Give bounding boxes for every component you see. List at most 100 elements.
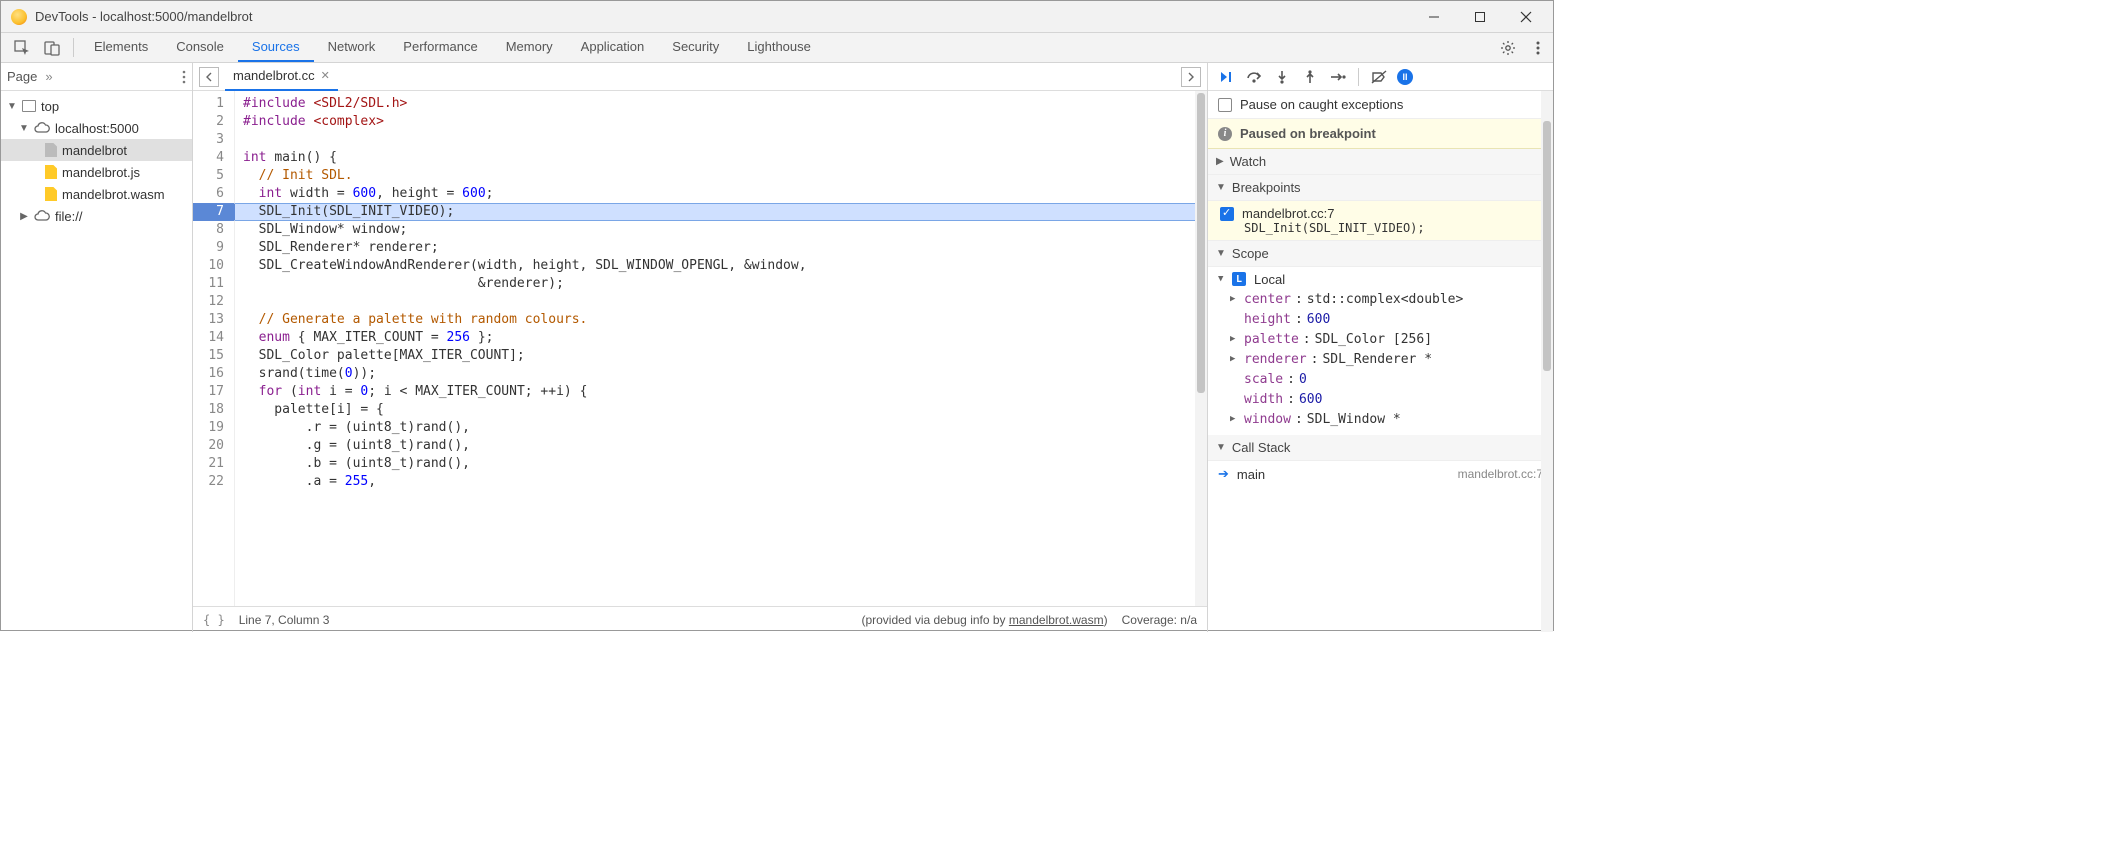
pretty-print-icon[interactable]: { }	[203, 613, 225, 627]
step-over-button[interactable]	[1244, 68, 1264, 86]
deactivate-breakpoints-button[interactable]	[1369, 68, 1389, 86]
tree-file-mandelbrot[interactable]: mandelbrot	[1, 139, 192, 161]
code-line[interactable]: .r = (uint8_t)rand(),	[235, 419, 1207, 437]
debug-info-link[interactable]: mandelbrot.wasm	[1009, 613, 1104, 627]
line-number[interactable]: 9	[193, 239, 234, 257]
nav-forward-button[interactable]	[1181, 67, 1201, 87]
scope-local-header[interactable]: ▼ L Local	[1218, 269, 1553, 289]
panel-tab-application[interactable]: Application	[567, 33, 659, 62]
scope-variable[interactable]: ▶window: SDL_Window *	[1218, 409, 1553, 429]
breakpoint-item[interactable]: mandelbrot.cc:7 SDL_Init(SDL_INIT_VIDEO)…	[1208, 201, 1553, 241]
panel-tab-console[interactable]: Console	[162, 33, 238, 62]
code-line[interactable]: SDL_Renderer* renderer;	[235, 239, 1207, 257]
window-minimize-button[interactable]	[1411, 1, 1457, 33]
line-number[interactable]: 8	[193, 221, 234, 239]
code-line[interactable]: // Generate a palette with random colour…	[235, 311, 1207, 329]
breakpoints-section-header[interactable]: ▼ Breakpoints	[1208, 175, 1553, 201]
tree-file-mandelbrot-wasm[interactable]: mandelbrot.wasm	[1, 183, 192, 205]
code-line[interactable]: #include <complex>	[235, 113, 1207, 131]
line-number[interactable]: 13	[193, 311, 234, 329]
window-maximize-button[interactable]	[1457, 1, 1503, 33]
settings-button[interactable]	[1493, 33, 1523, 62]
step-out-button[interactable]	[1300, 68, 1320, 86]
tree-file-origin[interactable]: ▶ file://	[1, 205, 192, 227]
chevron-right-icon[interactable]: »	[45, 69, 52, 84]
scope-variable[interactable]: ▶renderer: SDL_Renderer *	[1218, 349, 1553, 369]
inspect-element-icon[interactable]	[7, 33, 37, 62]
more-menu-button[interactable]	[1523, 33, 1553, 62]
tree-top-frame[interactable]: ▼ top	[1, 95, 192, 117]
line-number[interactable]: 6	[193, 185, 234, 203]
nav-back-button[interactable]	[199, 67, 219, 87]
scope-section-header[interactable]: ▼ Scope	[1208, 241, 1553, 267]
watch-section-header[interactable]: ▶ Watch	[1208, 149, 1553, 175]
panel-tab-memory[interactable]: Memory	[492, 33, 567, 62]
tree-origin[interactable]: ▼ localhost:5000	[1, 117, 192, 139]
line-number[interactable]: 4	[193, 149, 234, 167]
code-line[interactable]	[235, 131, 1207, 149]
line-number[interactable]: 14	[193, 329, 234, 347]
line-gutter[interactable]: 12345678910111213141516171819202122	[193, 91, 235, 606]
checkbox-checked[interactable]	[1220, 207, 1234, 221]
step-into-button[interactable]	[1272, 68, 1292, 86]
tree-file-mandelbrot-js[interactable]: mandelbrot.js	[1, 161, 192, 183]
navigator-tab-page[interactable]: Page	[7, 69, 37, 84]
code-line[interactable]: .g = (uint8_t)rand(),	[235, 437, 1207, 455]
panel-tab-security[interactable]: Security	[658, 33, 733, 62]
editor-scrollbar[interactable]	[1195, 91, 1207, 606]
code-line[interactable]: SDL_Init(SDL_INIT_VIDEO);	[235, 203, 1207, 221]
line-number[interactable]: 17	[193, 383, 234, 401]
resume-button[interactable]	[1216, 68, 1236, 86]
panel-tab-elements[interactable]: Elements	[80, 33, 162, 62]
window-close-button[interactable]	[1503, 1, 1549, 33]
editor-tab-mandelbrot[interactable]: mandelbrot.cc ✕	[225, 63, 338, 91]
line-number[interactable]: 18	[193, 401, 234, 419]
code-line[interactable]: int main() {	[235, 149, 1207, 167]
checkbox-unchecked[interactable]	[1218, 98, 1232, 112]
line-number[interactable]: 2	[193, 113, 234, 131]
line-number[interactable]: 21	[193, 455, 234, 473]
pause-on-exceptions-button[interactable]: II	[1397, 69, 1413, 85]
step-button[interactable]	[1328, 68, 1348, 86]
code-line[interactable]: int width = 600, height = 600;	[235, 185, 1207, 203]
navigator-more-icon[interactable]	[182, 70, 186, 84]
code-line[interactable]: &renderer);	[235, 275, 1207, 293]
line-number[interactable]: 10	[193, 257, 234, 275]
line-number[interactable]: 20	[193, 437, 234, 455]
scope-variable[interactable]: width: 600	[1218, 389, 1553, 409]
panel-tab-sources[interactable]: Sources	[238, 33, 314, 62]
line-number[interactable]: 15	[193, 347, 234, 365]
code-line[interactable]	[235, 293, 1207, 311]
source-code[interactable]: #include <SDL2/SDL.h>#include <complex> i…	[235, 91, 1207, 606]
code-line[interactable]: .b = (uint8_t)rand(),	[235, 455, 1207, 473]
scope-variable[interactable]: ▶palette: SDL_Color [256]	[1218, 329, 1553, 349]
code-line[interactable]: SDL_CreateWindowAndRenderer(width, heigh…	[235, 257, 1207, 275]
scope-variable[interactable]: ▶center: std::complex<double>	[1218, 289, 1553, 309]
scope-variable[interactable]: height: 600	[1218, 309, 1553, 329]
code-line[interactable]: SDL_Window* window;	[235, 221, 1207, 239]
scrollbar-thumb[interactable]	[1197, 93, 1205, 393]
close-tab-icon[interactable]: ✕	[321, 69, 330, 82]
pause-on-caught-row[interactable]: Pause on caught exceptions	[1208, 91, 1553, 119]
code-line[interactable]: .a = 255,	[235, 473, 1207, 491]
panel-tab-lighthouse[interactable]: Lighthouse	[733, 33, 825, 62]
code-line[interactable]: // Init SDL.	[235, 167, 1207, 185]
device-toggle-icon[interactable]	[37, 33, 67, 62]
code-line[interactable]: palette[i] = {	[235, 401, 1207, 419]
line-number[interactable]: 1	[193, 95, 234, 113]
code-line[interactable]: srand(time(0));	[235, 365, 1207, 383]
scrollbar-thumb[interactable]	[1543, 121, 1551, 371]
line-number[interactable]: 5	[193, 167, 234, 185]
line-number[interactable]: 3	[193, 131, 234, 149]
callstack-section-header[interactable]: ▼ Call Stack	[1208, 435, 1553, 461]
line-number[interactable]: 22	[193, 473, 234, 491]
callstack-frame[interactable]: ➔ main mandelbrot.cc:7	[1208, 461, 1553, 487]
line-number[interactable]: 11	[193, 275, 234, 293]
panel-tab-performance[interactable]: Performance	[389, 33, 491, 62]
line-number[interactable]: 16	[193, 365, 234, 383]
code-line[interactable]: SDL_Color palette[MAX_ITER_COUNT];	[235, 347, 1207, 365]
code-line[interactable]: #include <SDL2/SDL.h>	[235, 95, 1207, 113]
scope-variable[interactable]: scale: 0	[1218, 369, 1553, 389]
panel-tab-network[interactable]: Network	[314, 33, 390, 62]
line-number[interactable]: 7	[193, 203, 234, 221]
